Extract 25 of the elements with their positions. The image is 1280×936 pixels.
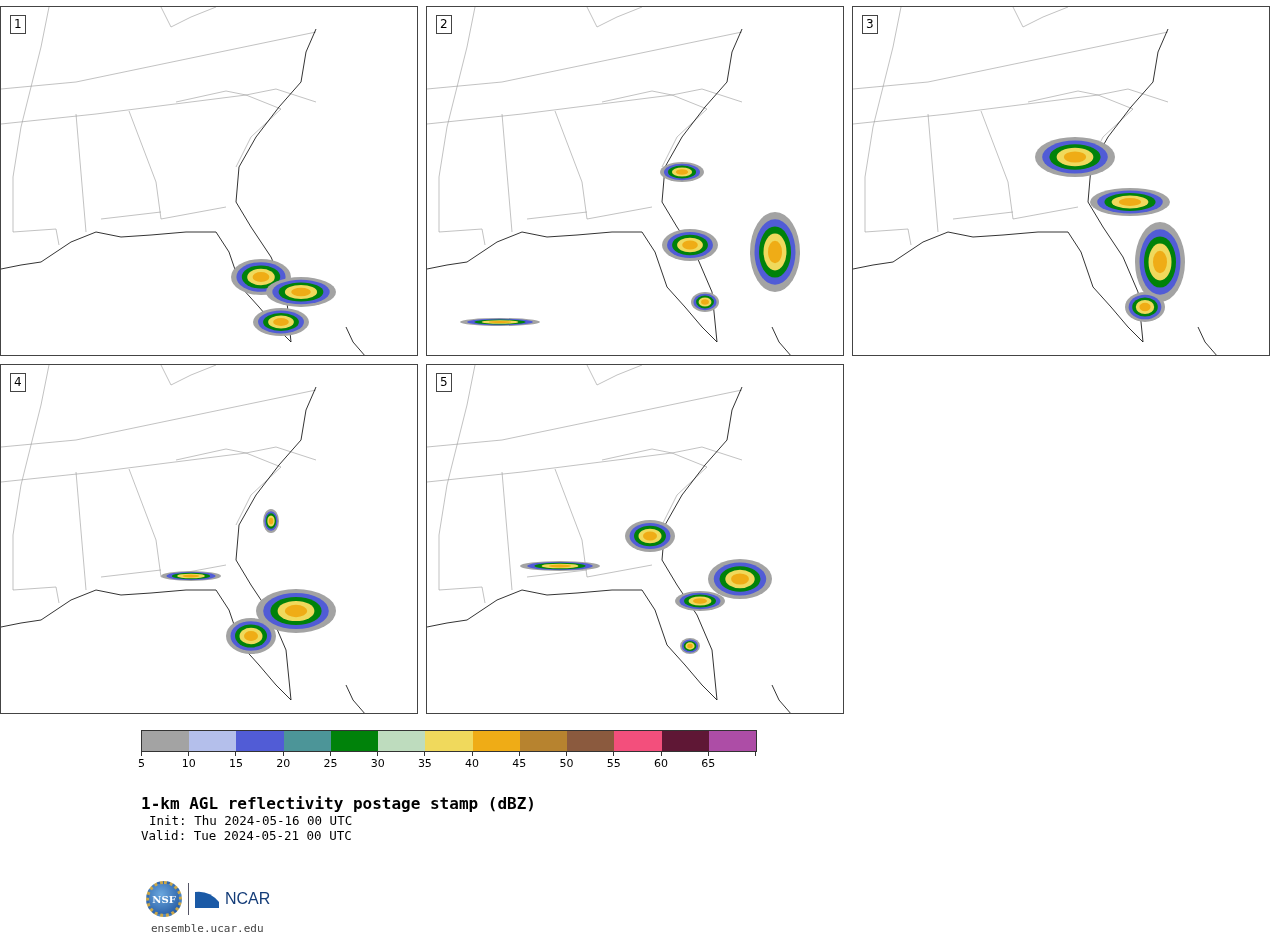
tick-label: 30 [370, 757, 385, 770]
tick-label: 15 [228, 757, 243, 770]
ncar-logo: NCAR [225, 890, 271, 908]
tick-label: 35 [417, 757, 432, 770]
nsf-logo: NSF [146, 881, 182, 917]
panel-number: 2 [436, 15, 452, 34]
tick-label: 10 [181, 757, 196, 770]
tick-label: 25 [323, 757, 338, 770]
panel-number: 1 [10, 15, 26, 34]
tick-label: 55 [606, 757, 621, 770]
panel-number: 3 [862, 15, 878, 34]
tick-label: 20 [276, 757, 291, 770]
init-time: Init: Thu 2024-05-16 00 UTC [149, 813, 353, 828]
plot-title: 1-km AGL reflectivity postage stamp (dBZ) [141, 795, 536, 813]
valid-time: Valid: Tue 2024-05-21 00 UTC [141, 828, 352, 843]
website-url: ensemble.ucar.edu [151, 922, 264, 935]
tick-label: 45 [512, 757, 527, 770]
tick-label: 40 [465, 757, 480, 770]
tick-label: 65 [701, 757, 716, 770]
tick-label: 5 [138, 757, 145, 770]
swoosh-icon [195, 890, 219, 908]
tick-label: 50 [559, 757, 574, 770]
panel-number: 5 [436, 373, 452, 392]
panel-number: 4 [10, 373, 26, 392]
tick-label: 60 [654, 757, 669, 770]
